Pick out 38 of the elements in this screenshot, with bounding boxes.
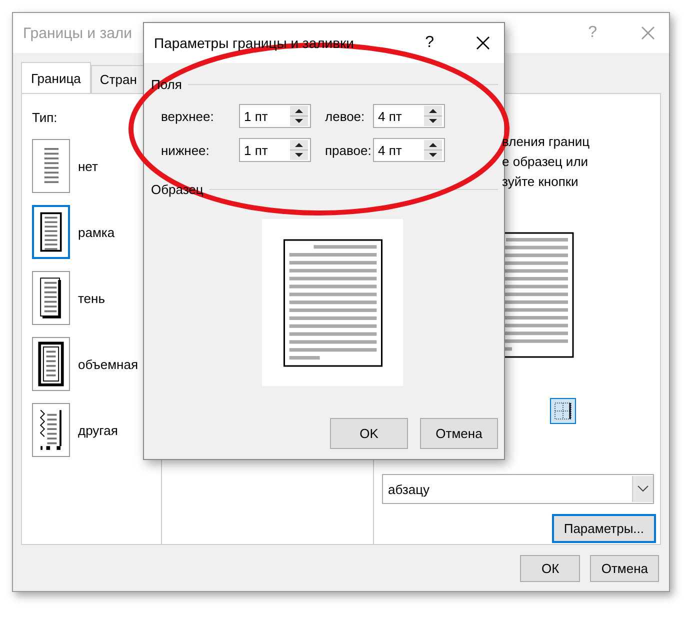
border-type-button[interactable] [32,271,70,325]
border-type-button[interactable] [32,205,70,259]
dropdown[interactable]: абзацу [382,474,654,504]
number-field[interactable]: 4 пт [373,104,445,128]
field-label: левое: [324,108,366,124]
spinner-icon [290,140,308,160]
option-label: объемная [78,356,138,372]
label: Тип: [32,110,58,125]
border-toggle-button[interactable] [550,398,576,424]
hint-text: е образец или [502,153,590,171]
field-label: нижнее: [161,142,210,158]
dialog-button[interactable]: OK [330,418,408,449]
close-icon[interactable] [476,36,490,50]
hint-text: зуйте кнопки [502,173,580,191]
spinner-icon [290,106,308,126]
dialog-button[interactable]: ОК [520,554,580,582]
field-label: верхнее: [161,108,215,124]
spinner-icon [424,140,442,160]
chevron-down-icon [637,485,649,493]
option-label: рамка [78,224,115,240]
tab[interactable]: Стран [90,65,146,93]
window-title: Границы и зали [23,24,132,42]
number-field[interactable]: 4 пт [373,138,445,162]
spinner-icon [424,106,442,126]
dialog-button[interactable]: Отмена [420,418,498,449]
dialog-button[interactable]: Отмена [590,554,659,582]
number-field[interactable]: 1 пт [239,138,311,162]
help-button[interactable]: ? [425,34,434,52]
option-label: нет [78,158,98,174]
number-field[interactable]: 1 пт [239,104,311,128]
field-label: правое: [324,142,372,158]
option-label: другая [78,422,118,438]
border-type-button[interactable] [32,403,70,457]
border-grid-icon [554,402,572,420]
border-type-button[interactable] [32,337,70,391]
tab[interactable]: Граница [21,62,91,93]
options-button[interactable]: Параметры... [552,514,656,543]
option-label: тень [78,290,105,306]
